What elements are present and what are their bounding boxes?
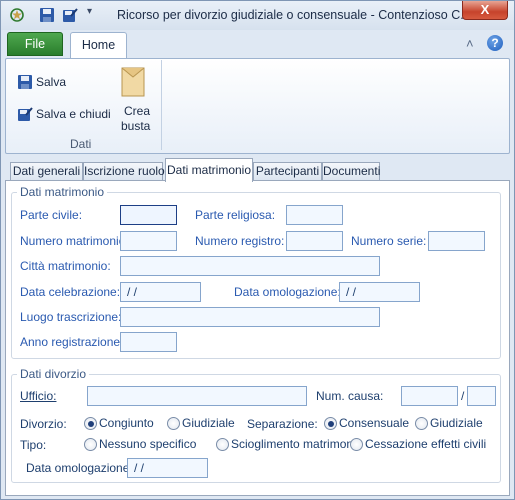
tab-partecipanti[interactable]: Partecipanti — [253, 162, 322, 181]
tab-dati-generali[interactable]: Dati generali — [10, 162, 83, 181]
giudiziale-radio[interactable] — [167, 417, 180, 430]
nessuno-specifico-radio[interactable] — [84, 438, 97, 451]
parte-religiosa-label: Parte religiosa: — [195, 208, 276, 222]
divorzio-legend: Dati divorzio — [17, 367, 90, 381]
file-tab[interactable]: File — [7, 32, 63, 56]
save-and-close-icon — [18, 107, 33, 121]
cessazione-radio[interactable] — [350, 438, 363, 451]
parte-religiosa-input[interactable] — [286, 205, 343, 225]
numero-registro-label: Numero registro: — [195, 234, 285, 248]
home-tab[interactable]: Home — [70, 32, 127, 59]
num-causa-separator: / — [461, 389, 465, 403]
tipo-label: Tipo: — [20, 438, 47, 452]
create-envelope-label-line2: busta — [121, 119, 151, 133]
congiunto-label: Congiunto — [99, 416, 154, 430]
numero-serie-label: Numero serie: — [351, 234, 427, 248]
luogo-trascrizione-input[interactable] — [120, 307, 380, 327]
citta-matrimonio-label: Città matrimonio: — [20, 259, 111, 273]
num-causa-label: Num. causa: — [316, 389, 384, 403]
create-envelope-label-line1: Crea — [124, 104, 151, 118]
app-emblem-icon — [10, 8, 24, 22]
numero-registro-input[interactable] — [286, 231, 343, 251]
help-icon[interactable]: ? — [487, 35, 503, 51]
separazione-label: Separazione: — [247, 417, 318, 431]
separazione-giudiziale-label: Giudiziale — [430, 416, 483, 430]
tab-dati-matrimonio[interactable]: Dati matrimonio — [165, 158, 253, 182]
congiunto-radio[interactable] — [84, 417, 97, 430]
nessuno-specifico-label: Nessuno specifico — [99, 437, 197, 451]
anno-registrazione-label: Anno registrazione: — [20, 335, 124, 349]
numero-matrimonio-input[interactable] — [120, 231, 177, 251]
data-celebrazione-input[interactable]: / / — [120, 282, 201, 302]
num-causa-year-input[interactable] — [467, 386, 496, 406]
save-icon[interactable] — [39, 7, 55, 23]
num-causa-input[interactable] — [401, 386, 458, 406]
envelope-icon — [121, 67, 145, 97]
window-title: Ricorso per divorzio giudiziale o consen… — [117, 8, 471, 22]
scioglimento-label: Scioglimento matrimonio — [231, 437, 363, 451]
parte-civile-input[interactable] — [120, 205, 177, 225]
save-button[interactable]: Salva — [36, 75, 66, 89]
create-envelope-button[interactable]: Crea — [124, 104, 150, 118]
save-icon — [18, 75, 32, 89]
giudiziale-label: Giudiziale — [182, 416, 235, 430]
divorzio-data-omologazione-input[interactable]: / / — [127, 458, 208, 478]
close-window-button[interactable]: X — [462, 1, 508, 20]
ribbon-group-label: Dati — [70, 137, 92, 151]
parte-civile-label: Parte civile: — [20, 208, 83, 222]
data-celebrazione-label: Data celebrazione: — [20, 285, 121, 299]
consensuale-label: Consensuale — [339, 416, 410, 430]
numero-serie-input[interactable] — [428, 231, 485, 251]
anno-registrazione-input[interactable] — [120, 332, 177, 352]
ufficio-label: Ufficio: — [20, 389, 57, 403]
tab-documenti[interactable]: Documenti — [322, 162, 380, 181]
scioglimento-radio[interactable] — [216, 438, 229, 451]
data-omologazione-label: Data omologazione: — [234, 285, 341, 299]
numero-matrimonio-label: Numero matrimonio: — [20, 234, 129, 248]
luogo-trascrizione-label: Luogo trascrizione: — [20, 310, 122, 324]
divorzio-data-omologazione-label: Data omologazione: — [26, 461, 133, 475]
citta-matrimonio-input[interactable] — [120, 256, 380, 276]
divorzio-label: Divorzio: — [20, 417, 67, 431]
minimize-ribbon-icon[interactable]: ˄ — [466, 36, 474, 51]
ufficio-input[interactable] — [87, 386, 307, 406]
matrimonio-legend: Dati matrimonio — [17, 185, 108, 199]
data-omologazione-input[interactable]: / / — [339, 282, 420, 302]
qat-dropdown-icon[interactable]: ▾ — [87, 6, 96, 20]
consensuale-radio[interactable] — [324, 417, 337, 430]
cessazione-label: Cessazione effetti civili — [365, 437, 487, 451]
ribbon-group-separator — [161, 60, 162, 150]
tab-iscrizione-ruolo[interactable]: Iscrizione ruolo — [83, 162, 165, 181]
separazione-giudiziale-radio[interactable] — [415, 417, 428, 430]
save-and-close-button[interactable]: Salva e chiudi — [36, 107, 111, 121]
save-and-close-icon[interactable] — [62, 7, 78, 23]
